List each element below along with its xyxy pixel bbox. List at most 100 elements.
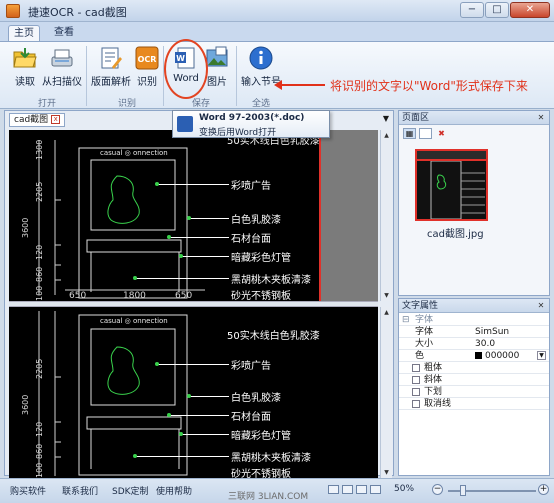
- strikethrough-row[interactable]: 取消线: [399, 398, 549, 410]
- word-doc-icon: [177, 116, 193, 132]
- marker-dot: [179, 432, 183, 436]
- tooltip-title: Word 97-2003(*.doc): [199, 113, 305, 123]
- dimension-label: 120: [35, 244, 44, 260]
- font-family-row[interactable]: 字体 SimSun: [399, 326, 549, 338]
- group-label-open: 打开: [38, 99, 57, 109]
- dimension-label: 100: [35, 285, 44, 301]
- leader-line: [135, 456, 229, 457]
- top-scrollbar[interactable]: ▲ ▼: [380, 130, 392, 301]
- source-image: casual ◎ onnection 50实木线白色乳胶漆 彩喷广告 白色乳胶漆…: [9, 130, 378, 301]
- document-pane: cad截图 x ▼ casual ◎ onnection 50实木线白色乳胶漆 彩…: [4, 110, 394, 478]
- minimize-button[interactable]: −: [460, 2, 484, 18]
- tab-home[interactable]: 主页: [8, 25, 40, 42]
- thumbnail-drawing: [417, 151, 486, 219]
- dimension-label: 1300: [35, 139, 44, 160]
- color-swatch: [475, 352, 482, 359]
- page-blank-icon[interactable]: [419, 128, 432, 139]
- from-scanner-button[interactable]: 从扫描仪: [42, 45, 82, 88]
- scroll-up-icon[interactable]: ▲: [382, 308, 391, 317]
- dimension-label: 120: [35, 421, 44, 437]
- tab-close-icon[interactable]: x: [51, 115, 61, 124]
- close-button[interactable]: ✕: [510, 2, 550, 18]
- close-icon[interactable]: ✕: [536, 113, 546, 123]
- view-single-icon[interactable]: [328, 485, 339, 494]
- leader-line: [189, 218, 229, 219]
- group-label-recognize: 识别: [118, 99, 137, 109]
- tab-view[interactable]: 查看: [48, 25, 80, 42]
- contact-us-link[interactable]: 联系我们: [62, 484, 98, 497]
- layout-analysis-button[interactable]: 版面解析: [90, 45, 132, 88]
- cad-label: 暗藏彩色灯管: [231, 253, 291, 264]
- help-link[interactable]: 使用帮助: [156, 484, 192, 497]
- chevron-down-icon[interactable]: ▼: [537, 351, 546, 360]
- scroll-down-icon[interactable]: ▼: [382, 468, 391, 477]
- view-image-icon[interactable]: [370, 485, 381, 494]
- scroll-down-icon[interactable]: ▼: [382, 291, 391, 300]
- dimension-label: 860: [35, 443, 44, 459]
- document-tab[interactable]: cad截图 x: [9, 113, 66, 127]
- ocr-icon: OCR: [135, 46, 159, 70]
- cad-label: 彩喷广告: [231, 181, 271, 192]
- leader-line: [189, 396, 229, 397]
- cad-label: 黑胡桃木夹板清漆: [231, 275, 311, 286]
- group-separator: [86, 46, 87, 106]
- recognize-button[interactable]: OCR 识别: [134, 45, 160, 88]
- bold-row[interactable]: 粗体: [399, 362, 549, 374]
- brand-text: casual ◎ onnection: [100, 149, 168, 157]
- view-text-icon[interactable]: [356, 485, 367, 494]
- delete-page-icon[interactable]: ✖: [435, 128, 448, 139]
- buy-software-link[interactable]: 购买软件: [10, 484, 46, 497]
- leader-line: [181, 434, 229, 435]
- underline-checkbox[interactable]: [412, 388, 420, 396]
- dimension-label: 2205: [35, 358, 44, 379]
- font-size-row[interactable]: 大小 30.0: [399, 338, 549, 350]
- title-bar: 捷速OCR - cad截图 − □ ✕: [0, 0, 554, 22]
- cad-drawing-recognized: [38, 311, 188, 476]
- svg-text:OCR: OCR: [138, 55, 157, 64]
- recognized-label: 50实木线白色乳胶漆: [227, 331, 320, 342]
- italic-checkbox[interactable]: [412, 376, 420, 384]
- recognized-label: 彩喷广告: [231, 361, 271, 372]
- marker-dot: [179, 254, 183, 258]
- leader-line: [181, 256, 229, 257]
- zoom-in-icon[interactable]: +: [538, 484, 549, 495]
- ribbon: 读取 从扫描仪 版面解析 OCR 识别 W Word 图片 输入节号 打开 识别…: [0, 41, 554, 109]
- dimension-label: 860: [35, 266, 44, 282]
- leader-line: [157, 364, 229, 365]
- bottom-scrollbar[interactable]: ▲ ▼: [380, 307, 392, 478]
- layout-analysis-icon: [101, 47, 122, 69]
- leader-line: [169, 237, 229, 238]
- page-view-icon[interactable]: ▦: [403, 128, 416, 139]
- group-separator: [236, 46, 237, 106]
- underline-row[interactable]: 下划: [399, 386, 549, 398]
- scroll-up-icon[interactable]: ▲: [382, 131, 391, 140]
- recognized-label: 石材台面: [231, 412, 271, 423]
- strikethrough-checkbox[interactable]: [412, 400, 420, 408]
- zoom-slider-handle[interactable]: [460, 485, 466, 496]
- zoom-out-icon[interactable]: −: [432, 484, 443, 495]
- close-icon[interactable]: ✕: [536, 301, 546, 311]
- read-button[interactable]: 读取: [10, 45, 40, 88]
- dimension-label: 3600: [21, 394, 30, 415]
- cad-label: 白色乳胶漆: [231, 215, 281, 226]
- marker-dot: [133, 276, 137, 280]
- bold-checkbox[interactable]: [412, 364, 420, 372]
- maximize-button[interactable]: □: [485, 2, 509, 18]
- page-thumbnail[interactable]: [415, 149, 488, 221]
- properties-pane-title: 文字属性 ✕: [399, 299, 549, 313]
- zoom-level: 50%: [394, 484, 415, 494]
- sdk-custom-link[interactable]: SDK定制: [112, 484, 149, 497]
- italic-row[interactable]: 斜体: [399, 374, 549, 386]
- marker-dot: [187, 394, 191, 398]
- ribbon-tabs: 主页 查看: [0, 22, 554, 42]
- cad-label: 石材台面: [231, 234, 271, 245]
- font-group-header[interactable]: ⊟ 字体: [399, 314, 549, 326]
- recognized-image: casual ◎ onnection 50实木线白色乳胶漆 彩喷广告 白色乳胶漆…: [9, 307, 378, 478]
- tooltip-desc: 变换后用Word打开: [199, 128, 277, 138]
- font-color-row[interactable]: 色 000000 ▼: [399, 350, 549, 362]
- dimension-label: 2205: [35, 181, 44, 202]
- view-split-icon[interactable]: [342, 485, 353, 494]
- folder-open-icon: [13, 48, 37, 68]
- document-dropdown-icon[interactable]: ▼: [383, 114, 389, 123]
- dimension-label: 650: [175, 291, 193, 301]
